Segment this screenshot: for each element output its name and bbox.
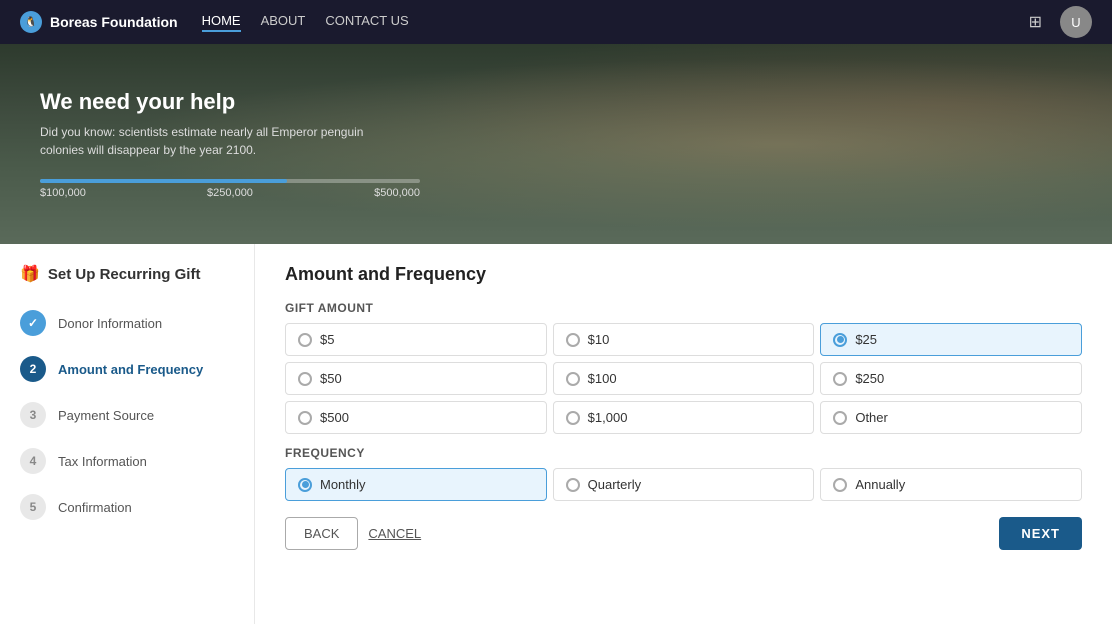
step-circle-3: 3 xyxy=(20,402,46,428)
sidebar-header: 🎁 Set Up Recurring Gift xyxy=(0,264,254,300)
step-circle-2: 2 xyxy=(20,356,46,382)
amount-option-100[interactable]: $100 xyxy=(553,362,815,395)
main-layout: 🎁 Set Up Recurring Gift ✓ Donor Informat… xyxy=(0,244,1112,624)
frequency-label-monthly: Monthly xyxy=(320,477,366,492)
radio-250 xyxy=(833,372,847,386)
amount-label-10: $10 xyxy=(588,332,610,347)
radio-100 xyxy=(566,372,580,386)
amount-label-250: $250 xyxy=(855,371,884,386)
content-title: Amount and Frequency xyxy=(285,264,1082,285)
amount-label-50: $50 xyxy=(320,371,342,386)
radio-50 xyxy=(298,372,312,386)
progress-label-1: $100,000 xyxy=(40,187,86,199)
step-circle-1: ✓ xyxy=(20,310,46,336)
hero-section: We need your help Did you know: scientis… xyxy=(0,44,1112,244)
sidebar-item-payment-source[interactable]: 3 Payment Source xyxy=(0,392,254,438)
sidebar-title: Set Up Recurring Gift xyxy=(48,266,201,283)
radio-inner-25 xyxy=(837,336,844,343)
progress-labels: $100,000 $250,000 $500,000 xyxy=(40,187,420,199)
navigation: 🐧 Boreas Foundation HOME ABOUT CONTACT U… xyxy=(0,0,1112,44)
frequency-label-quarterly: Quarterly xyxy=(588,477,641,492)
logo-icon: 🐧 xyxy=(20,11,42,33)
button-row: BACK CANCEL NEXT xyxy=(285,517,1082,550)
hero-content: We need your help Did you know: scientis… xyxy=(40,89,420,199)
amount-label-100: $100 xyxy=(588,371,617,386)
radio-1000 xyxy=(566,411,580,425)
hero-title: We need your help xyxy=(40,89,420,115)
sidebar-label-confirmation: Confirmation xyxy=(58,500,132,515)
grid-icon[interactable]: ⊞ xyxy=(1029,12,1042,32)
radio-other xyxy=(833,411,847,425)
radio-inner-monthly xyxy=(302,481,309,488)
amount-label-25: $25 xyxy=(855,332,877,347)
amount-option-500[interactable]: $500 xyxy=(285,401,547,434)
radio-25 xyxy=(833,333,847,347)
back-button[interactable]: BACK xyxy=(285,517,358,550)
progress-label-3: $500,000 xyxy=(374,187,420,199)
frequency-label: Frequency xyxy=(285,446,1082,460)
sidebar-item-confirmation[interactable]: 5 Confirmation xyxy=(0,484,254,530)
content-area: Amount and Frequency Gift Amount $5 $10 … xyxy=(255,244,1112,624)
radio-annually xyxy=(833,478,847,492)
progress-bar-fill xyxy=(40,179,287,183)
nav-links: HOME ABOUT CONTACT US xyxy=(202,13,409,32)
amount-grid: $5 $10 $25 $50 $100 xyxy=(285,323,1082,434)
sidebar-label-tax: Tax Information xyxy=(58,454,147,469)
logo: 🐧 Boreas Foundation xyxy=(20,11,178,33)
frequency-option-quarterly[interactable]: Quarterly xyxy=(553,468,815,501)
nav-link-home[interactable]: HOME xyxy=(202,13,241,32)
sidebar-label-donor: Donor Information xyxy=(58,316,162,331)
amount-label-500: $500 xyxy=(320,410,349,425)
radio-5 xyxy=(298,333,312,347)
amount-option-250[interactable]: $250 xyxy=(820,362,1082,395)
gift-icon: 🎁 xyxy=(20,264,40,284)
sidebar-item-tax-information[interactable]: 4 Tax Information xyxy=(0,438,254,484)
progress-bar-container: $100,000 $250,000 $500,000 xyxy=(40,179,420,199)
avatar[interactable]: U xyxy=(1060,6,1092,38)
sidebar-item-donor-information[interactable]: ✓ Donor Information xyxy=(0,300,254,346)
frequency-grid: Monthly Quarterly Annually xyxy=(285,468,1082,501)
nav-left: 🐧 Boreas Foundation HOME ABOUT CONTACT U… xyxy=(20,11,409,33)
nav-link-about[interactable]: ABOUT xyxy=(261,13,306,32)
radio-10 xyxy=(566,333,580,347)
logo-text: Boreas Foundation xyxy=(50,14,178,30)
sidebar-label-amount: Amount and Frequency xyxy=(58,362,203,377)
amount-option-10[interactable]: $10 xyxy=(553,323,815,356)
amount-option-other[interactable]: Other xyxy=(820,401,1082,434)
next-button[interactable]: NEXT xyxy=(999,517,1082,550)
sidebar: 🎁 Set Up Recurring Gift ✓ Donor Informat… xyxy=(0,244,255,624)
hero-subtitle: Did you know: scientists estimate nearly… xyxy=(40,123,380,159)
sidebar-label-payment: Payment Source xyxy=(58,408,154,423)
amount-option-1000[interactable]: $1,000 xyxy=(553,401,815,434)
amount-label-1000: $1,000 xyxy=(588,410,628,425)
frequency-label-annually: Annually xyxy=(855,477,905,492)
sidebar-item-amount-frequency[interactable]: 2 Amount and Frequency xyxy=(0,346,254,392)
nav-link-contact[interactable]: CONTACT US xyxy=(325,13,408,32)
amount-option-50[interactable]: $50 xyxy=(285,362,547,395)
progress-bar-background xyxy=(40,179,420,183)
radio-monthly xyxy=(298,478,312,492)
step-circle-5: 5 xyxy=(20,494,46,520)
amount-label-other: Other xyxy=(855,410,888,425)
step-circle-4: 4 xyxy=(20,448,46,474)
amount-option-5[interactable]: $5 xyxy=(285,323,547,356)
amount-label-5: $5 xyxy=(320,332,334,347)
frequency-option-monthly[interactable]: Monthly xyxy=(285,468,547,501)
radio-500 xyxy=(298,411,312,425)
cancel-button[interactable]: CANCEL xyxy=(368,526,421,541)
radio-quarterly xyxy=(566,478,580,492)
frequency-option-annually[interactable]: Annually xyxy=(820,468,1082,501)
amount-option-25[interactable]: $25 xyxy=(820,323,1082,356)
progress-label-2: $250,000 xyxy=(207,187,253,199)
gift-amount-label: Gift Amount xyxy=(285,301,1082,315)
